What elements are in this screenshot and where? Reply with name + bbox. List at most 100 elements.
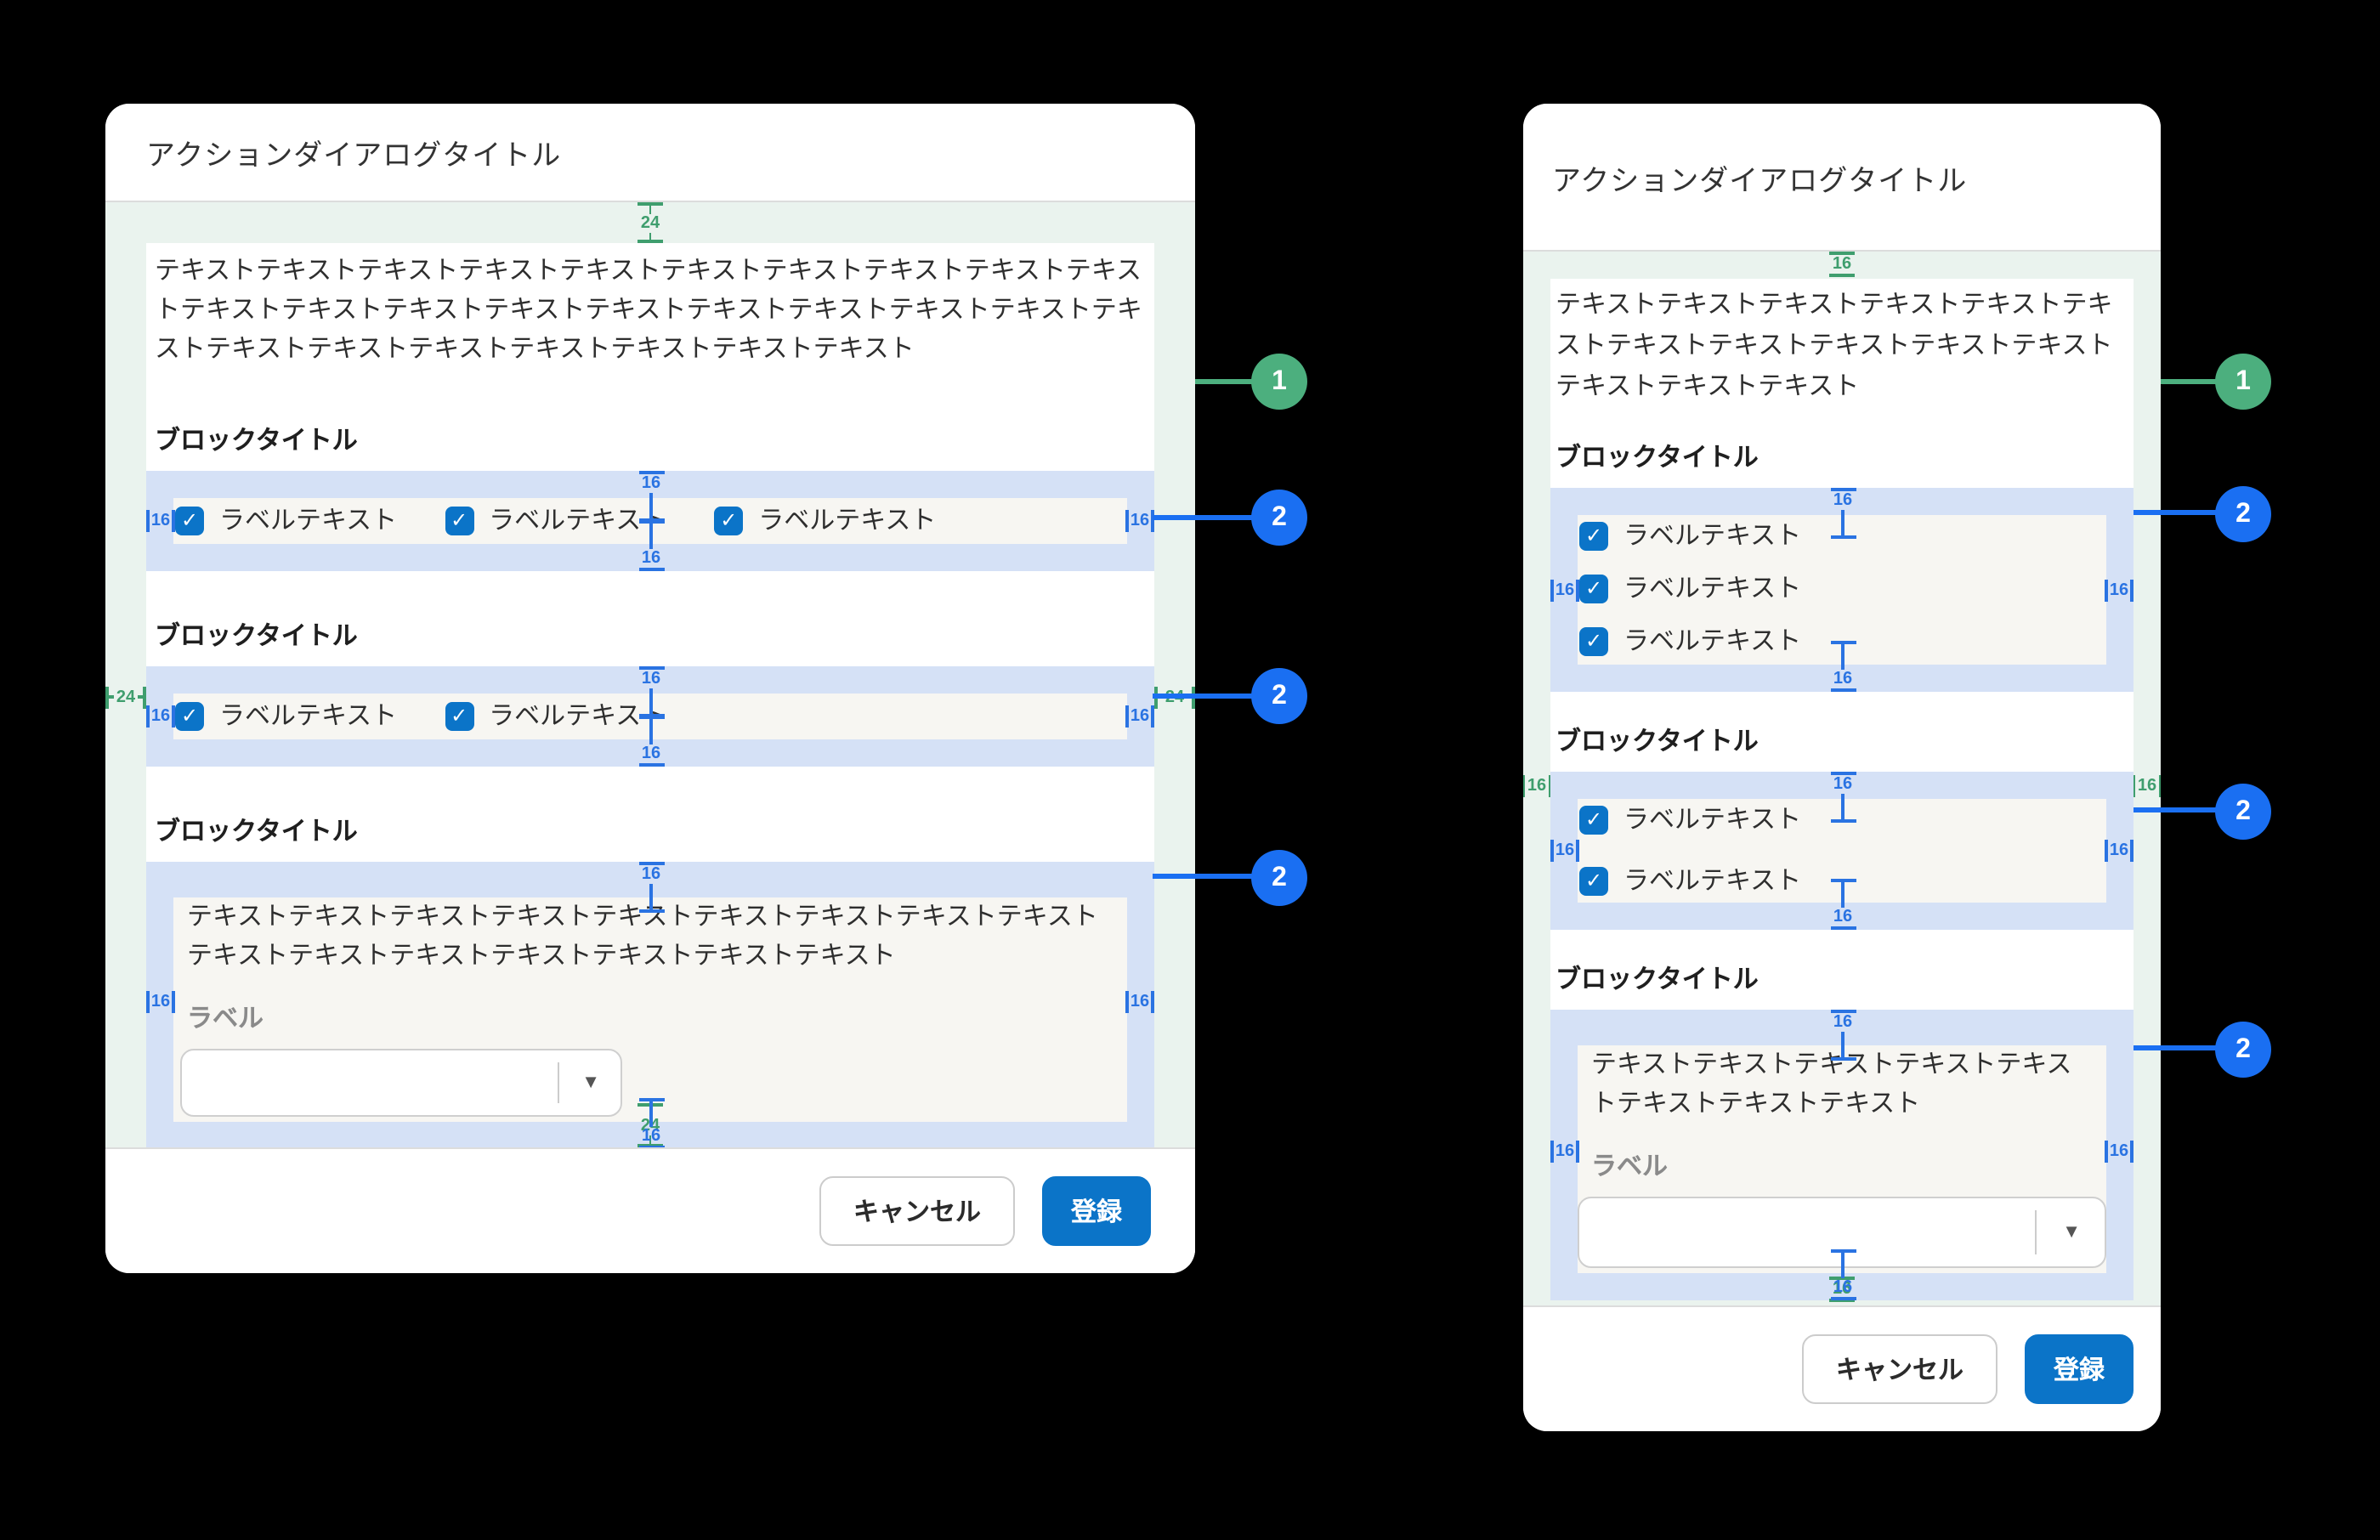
callout-badge-2: 2	[2215, 784, 2271, 840]
callout-line-blue	[1153, 874, 1253, 879]
spacing-marker-16: 16	[1830, 488, 1856, 539]
block-title: ブロックタイトル	[155, 812, 1146, 848]
spacing-marker-left-16: 16	[1523, 773, 1550, 797]
callout-badge-2: 2	[2215, 486, 2271, 542]
select-divider	[2035, 1210, 2037, 1254]
select-dropdown[interactable]: ▼	[180, 1049, 622, 1117]
spacing-marker-16: 16	[638, 1098, 664, 1147]
spacing-marker-16: 16	[638, 862, 664, 913]
callout-line-green	[1195, 379, 1253, 384]
callout-line-blue	[2134, 510, 2217, 515]
callout-badge-1: 1	[2215, 354, 2271, 410]
block-title: ブロックタイトル	[1556, 960, 2128, 996]
checkbox-checked-icon[interactable]: ✓	[445, 702, 473, 731]
callout-line-green	[2161, 379, 2217, 384]
annotation-canvas: アクションダイアログタイトル 24 24 24 24 テキストテキストテキストテ…	[0, 0, 2380, 1540]
callout-line-blue	[2134, 1045, 2217, 1050]
checkbox-label: ラベルテキスト	[1624, 863, 1801, 899]
spacing-marker-16: 16	[2105, 1139, 2134, 1163]
checkbox-checked-icon[interactable]: ✓	[1579, 806, 1608, 835]
chevron-down-icon[interactable]: ▼	[581, 1073, 600, 1093]
checkbox-checked-icon[interactable]: ✓	[714, 507, 743, 535]
checkbox-label: ラベルテキスト	[1624, 518, 1801, 554]
spacing-marker-top-24: 24	[638, 202, 663, 243]
spacing-marker-16: 16	[1550, 1139, 1579, 1163]
field-label: ラベル	[1591, 1147, 2093, 1183]
spacing-marker-16: 16	[638, 471, 664, 522]
callout-badge-2: 2	[1251, 490, 1307, 546]
submit-button[interactable]: 登録	[2025, 1334, 2134, 1404]
spacing-marker-left-24: 24	[105, 685, 146, 709]
checkbox-checked-icon[interactable]: ✓	[445, 507, 473, 535]
dialog-header: アクションダイアログタイトル	[105, 104, 1195, 201]
dialog-paragraph: テキストテキストテキストテキストテキストテキストテキストテキストテキストテキスト…	[1556, 279, 2128, 408]
callout-badge-2: 2	[1251, 850, 1307, 906]
desktop-action-dialog: アクションダイアログタイトル 24 24 24 24 テキストテキストテキストテ…	[105, 104, 1195, 1273]
spacing-marker-16: 16	[638, 666, 664, 717]
checkbox-checked-icon[interactable]: ✓	[1579, 867, 1608, 896]
checkbox-label: ラベルテキスト	[1624, 802, 1801, 838]
spacing-marker-16: 16	[638, 716, 664, 767]
dialog-content-padding-area: 16 16 16 16 テキストテキストテキストテキストテキストテキストテキスト…	[1523, 250, 2161, 1305]
dialog-content-padding-area: 24 24 24 24 テキストテキストテキストテキストテキストテキストテキスト…	[105, 201, 1195, 1147]
checkbox-checked-icon[interactable]: ✓	[1579, 575, 1608, 603]
checkbox-checked-icon[interactable]: ✓	[1579, 522, 1608, 551]
spacing-marker-16: 16	[1830, 1249, 1856, 1300]
checkbox-label: ラベルテキスト	[219, 699, 397, 734]
checkbox-item[interactable]: ✓ ラベルテキスト	[175, 699, 397, 734]
checkbox-label: ラベルテキスト	[1624, 624, 1801, 660]
block-title: ブロックタイトル	[1556, 722, 2128, 758]
checkbox-item[interactable]: ✓ラベルテキスト	[445, 503, 666, 539]
checkbox-label: ラベルテキスト	[1624, 571, 1801, 607]
spacing-marker-16: 16	[146, 509, 175, 533]
spacing-marker-16: 16	[1125, 509, 1154, 533]
checkbox-checked-icon[interactable]: ✓	[175, 507, 204, 535]
checkbox-label: ラベルテキスト	[219, 503, 397, 539]
callout-badge-1: 1	[1251, 354, 1307, 410]
mobile-action-dialog: アクションダイアログタイトル 16 16 16 16 テキストテキストテキストテ…	[1523, 104, 2161, 1431]
dialog-header: アクションダイアログタイトル	[1523, 104, 2161, 250]
block-body-annotated: 16 16 16 16 ✓ラベルテキスト ✓ラベルテキスト ✓ラベルテキスト	[1550, 488, 2134, 692]
callout-badge-2: 2	[2215, 1022, 2271, 1078]
chevron-down-icon[interactable]: ▼	[2062, 1222, 2081, 1243]
spacing-marker-16: 16	[1830, 879, 1856, 930]
cancel-button[interactable]: キャンセル	[1802, 1334, 1998, 1404]
checkbox-checked-icon[interactable]: ✓	[1579, 627, 1608, 656]
spacing-marker-right-16: 16	[2134, 773, 2161, 797]
block-title: ブロックタイトル	[155, 422, 1146, 457]
checkbox-item[interactable]: ✓ ラベルテキスト	[175, 503, 397, 539]
checkbox-item[interactable]: ✓ラベルテキスト	[445, 699, 666, 734]
spacing-marker-16: 16	[2105, 839, 2134, 863]
submit-button[interactable]: 登録	[1042, 1176, 1151, 1246]
block-title: ブロックタイトル	[1556, 439, 2128, 474]
block-body-annotated: 16 16 16 16 ✓ラベルテキスト ✓ラベルテキスト ✓ラベルテキスト	[146, 471, 1154, 571]
callout-line-blue	[1153, 515, 1253, 520]
form-group: テキストテキストテキストテキストテキストテキストテキストテキストテキストテキスト…	[173, 897, 1127, 1122]
dialog-content-card: テキストテキストテキストテキストテキストテキストテキストテキストテキストテキスト…	[1550, 279, 2134, 1300]
spacing-marker-16: 16	[1830, 1010, 1856, 1061]
spacing-marker-16: 16	[1550, 839, 1579, 863]
cancel-button[interactable]: キャンセル	[819, 1176, 1015, 1246]
dialog-footer: キャンセル 登録	[1523, 1305, 2161, 1431]
field-label: ラベル	[187, 999, 1114, 1035]
callout-line-blue	[1153, 694, 1253, 699]
checkbox-item[interactable]: ✓ラベルテキスト	[714, 503, 936, 539]
callout-badge-2: 2	[1251, 668, 1307, 724]
dialog-title: アクションダイアログタイトル	[146, 131, 561, 173]
checkbox-checked-icon[interactable]: ✓	[175, 702, 204, 731]
dialog-footer: キャンセル 登録	[105, 1147, 1195, 1273]
callout-line-blue	[2134, 807, 2217, 812]
block-body-annotated: 16 16 16 16 テキストテキストテキストテキストテキストテキストテキスト…	[146, 862, 1154, 1147]
spacing-marker-16: 16	[1125, 989, 1154, 1013]
spacing-marker-16: 16	[1830, 772, 1856, 823]
spacing-marker-top-16: 16	[1829, 252, 1855, 280]
dialog-content-card: テキストテキストテキストテキストテキストテキストテキストテキストテキストテキスト…	[146, 243, 1154, 1147]
spacing-marker-16: 16	[1125, 705, 1154, 728]
dialog-title: アクションダイアログタイトル	[1552, 156, 1967, 198]
block-body-annotated: 16 16 16 16 ✓ラベルテキスト ✓ラベルテキスト	[146, 666, 1154, 767]
dialog-paragraph: テキストテキストテキストテキストテキストテキストテキストテキストテキストテキスト…	[155, 243, 1146, 369]
checkbox-item[interactable]: ✓ ラベルテキスト	[1579, 571, 2105, 607]
select-divider	[558, 1062, 559, 1103]
spacing-marker-16: 16	[2105, 578, 2134, 602]
spacing-marker-16: 16	[146, 989, 175, 1013]
